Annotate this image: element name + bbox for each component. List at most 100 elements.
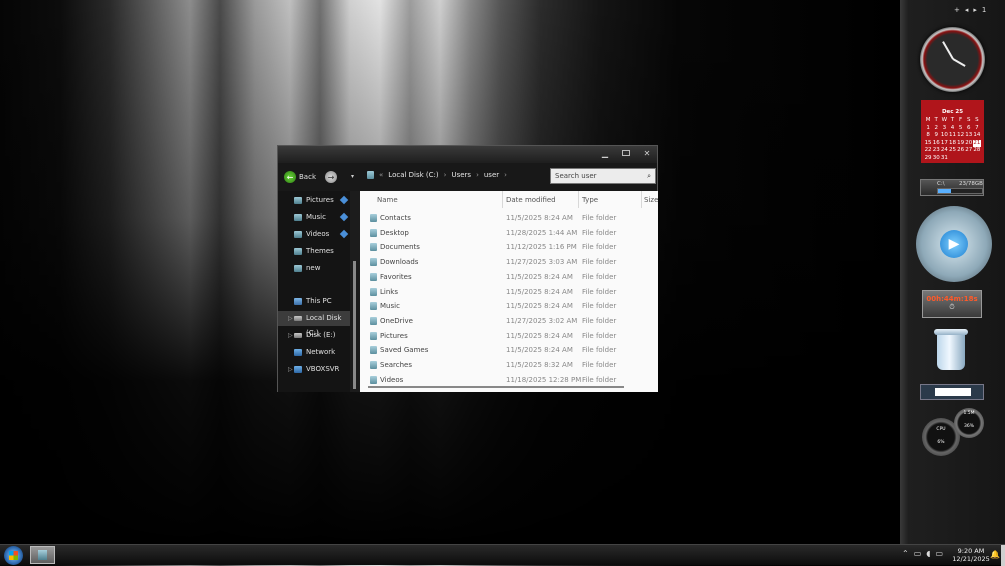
column-divider[interactable] — [641, 191, 642, 208]
previous-page-button[interactable]: ◂ — [965, 6, 969, 14]
navigation-pane[interactable]: Pictures Music Videos Themes new This PC… — [278, 191, 350, 392]
table-row[interactable]: Links 11/5/2025 8:24 AM File folder — [360, 285, 658, 299]
calendar-day[interactable]: 26 — [957, 147, 965, 155]
table-row[interactable]: Documents 11/12/2025 1:16 PM File folder — [360, 240, 658, 254]
calendar-day[interactable]: 4 — [948, 125, 956, 133]
calendar-day[interactable]: 20 — [965, 140, 973, 148]
calendar-day[interactable]: 17 — [940, 140, 948, 148]
column-header-size[interactable]: Size — [644, 194, 658, 207]
breadcrumb-users[interactable]: Users — [451, 171, 471, 179]
column-header-type[interactable]: Type — [582, 194, 598, 207]
maximize-button[interactable] — [620, 149, 632, 159]
calendar-day[interactable]: 31 — [940, 155, 948, 163]
table-row[interactable]: Videos 11/18/2025 12:28 PM File folder — [360, 373, 658, 387]
breadcrumb[interactable]: « Local Disk (C:) › Users › user › — [367, 171, 507, 179]
forward-button[interactable]: → — [325, 171, 337, 183]
recycle-bin-gadget[interactable] — [933, 326, 969, 374]
nav-item-new[interactable]: new — [278, 261, 350, 276]
table-row[interactable]: Saved Games 11/5/2025 8:24 AM File folder — [360, 343, 658, 357]
table-row[interactable]: OneDrive 11/27/2025 3:02 AM File folder — [360, 314, 658, 328]
back-button[interactable]: ← Back — [284, 171, 316, 183]
expand-arrow-icon[interactable]: ▷ — [288, 362, 293, 377]
drive-meter-gadget[interactable]: C:\ 23/78GB — [920, 179, 984, 196]
breadcrumb-local-disk[interactable]: Local Disk (C:) — [388, 171, 438, 179]
search-gadget[interactable] — [920, 384, 984, 400]
recent-locations-dropdown[interactable]: ▾ — [351, 173, 354, 180]
volume-icon[interactable]: ◖ — [926, 549, 930, 558]
column-divider[interactable] — [578, 191, 579, 208]
search-gadget-input[interactable] — [935, 388, 971, 396]
file-list[interactable]: Name Date modified Type Size Contacts 11/… — [360, 191, 658, 392]
minimize-button[interactable]: ▁ — [599, 149, 611, 159]
calendar-day[interactable]: 12 — [957, 132, 965, 140]
show-desktop-button[interactable] — [1001, 545, 1005, 566]
table-row[interactable]: Favorites 11/5/2025 8:24 AM File folder — [360, 270, 658, 284]
calendar-day[interactable]: 23 — [932, 147, 940, 155]
calendar-gadget[interactable]: Dec 25 M T W T F S S 1 2 3 4 5 6 7 8 9 10 11 12 13 14 15 16 17 1… — [921, 100, 984, 163]
nav-item-vboxsvr[interactable]: ▷ VBOXSVR — [278, 362, 350, 377]
media-player-gadget[interactable]: ▶ — [916, 206, 992, 282]
table-row[interactable]: Music 11/5/2025 8:24 AM File folder — [360, 299, 658, 313]
table-row[interactable]: Pictures 11/5/2025 8:24 AM File folder — [360, 329, 658, 343]
up-arrow-icon[interactable]: ⌃ — [902, 549, 909, 558]
nav-item-music[interactable]: Music — [278, 210, 350, 225]
calendar-day[interactable]: 11 — [948, 132, 956, 140]
column-divider[interactable] — [502, 191, 503, 208]
calendar-day[interactable]: 28 — [973, 147, 981, 155]
search-icon[interactable]: ⌕ — [647, 169, 651, 183]
start-button[interactable] — [4, 546, 23, 565]
table-row[interactable]: Desktop 11/28/2025 1:44 AM File folder — [360, 226, 658, 240]
add-gadget-button[interactable]: + — [954, 6, 960, 14]
calendar-day[interactable]: 5 — [957, 125, 965, 133]
nav-item-pictures[interactable]: Pictures — [278, 193, 350, 208]
column-header-date[interactable]: Date modified — [506, 194, 556, 207]
calendar-day[interactable]: 27 — [965, 147, 973, 155]
calendar-day[interactable]: 6 — [965, 125, 973, 133]
title-bar[interactable]: ▁ ✕ — [278, 146, 657, 163]
taskbar-explorer-button[interactable] — [30, 546, 55, 564]
calendar-day[interactable]: 14 — [973, 132, 981, 140]
breadcrumb-user[interactable]: user — [484, 171, 499, 179]
clock-gadget[interactable] — [920, 27, 985, 92]
calendar-day[interactable]: 22 — [924, 147, 932, 155]
calendar-day[interactable]: 18 — [948, 140, 956, 148]
scrollbar-thumb[interactable] — [353, 261, 356, 389]
play-button[interactable]: ▶ — [940, 230, 968, 258]
calendar-day[interactable]: 3 — [940, 125, 948, 133]
nav-pane-scrollbar[interactable] — [350, 191, 360, 392]
calendar-day[interactable]: 10 — [940, 132, 948, 140]
nav-item-network[interactable]: Network — [278, 345, 350, 360]
nav-item-themes[interactable]: Themes — [278, 244, 350, 259]
column-header-name[interactable]: Name — [377, 194, 398, 207]
calendar-day[interactable]: 25 — [948, 147, 956, 155]
calendar-day[interactable]: 1 — [924, 125, 932, 133]
calendar-day[interactable]: 7 — [973, 125, 981, 133]
calendar-day[interactable]: 19 — [957, 140, 965, 148]
calendar-day[interactable]: 13 — [965, 132, 973, 140]
nav-item-disk-e[interactable]: ▷ Disk (E:) — [278, 328, 350, 343]
calendar-day[interactable]: 2 — [932, 125, 940, 133]
expand-arrow-icon[interactable]: ▷ — [288, 328, 293, 343]
expand-arrow-icon[interactable]: ▷ — [288, 311, 293, 326]
calendar-day[interactable]: 15 — [924, 140, 932, 148]
calendar-day[interactable]: 16 — [932, 140, 940, 148]
notification-bell-icon[interactable]: 🔔 — [990, 550, 1000, 559]
battery-icon[interactable]: ▭ — [935, 549, 943, 558]
table-row[interactable]: Contacts 11/5/2025 8:24 AM File folder — [360, 211, 658, 225]
table-row[interactable]: Downloads 11/27/2025 3:03 AM File folder — [360, 255, 658, 269]
calendar-day[interactable]: 24 — [940, 147, 948, 155]
nav-item-this-pc[interactable]: This PC — [278, 294, 350, 309]
network-icon[interactable]: ▭ — [914, 549, 922, 558]
next-page-button[interactable]: ▸ — [973, 6, 977, 14]
stopwatch-icon[interactable]: ⏱ — [949, 303, 954, 311]
calendar-day[interactable]: 8 — [924, 132, 932, 140]
file-explorer-window[interactable]: ▁ ✕ ← Back → ▾ « Local Disk (C:) › Users… — [277, 145, 658, 392]
nav-item-local-disk-c[interactable]: ▷ Local Disk (C:) — [278, 311, 350, 337]
calendar-day[interactable]: 30 — [932, 155, 940, 163]
taskbar-clock[interactable]: 9:20 AM 12/21/2025 — [952, 547, 990, 563]
cpu-meter-gadget[interactable]: CPU 6% 1.5M 36% — [922, 408, 984, 456]
table-row[interactable]: Searches 11/5/2025 8:32 AM File folder — [360, 358, 658, 372]
close-button[interactable]: ✕ — [641, 149, 653, 159]
calendar-day[interactable]: 29 — [924, 155, 932, 163]
horizontal-scrollbar[interactable] — [368, 386, 624, 388]
